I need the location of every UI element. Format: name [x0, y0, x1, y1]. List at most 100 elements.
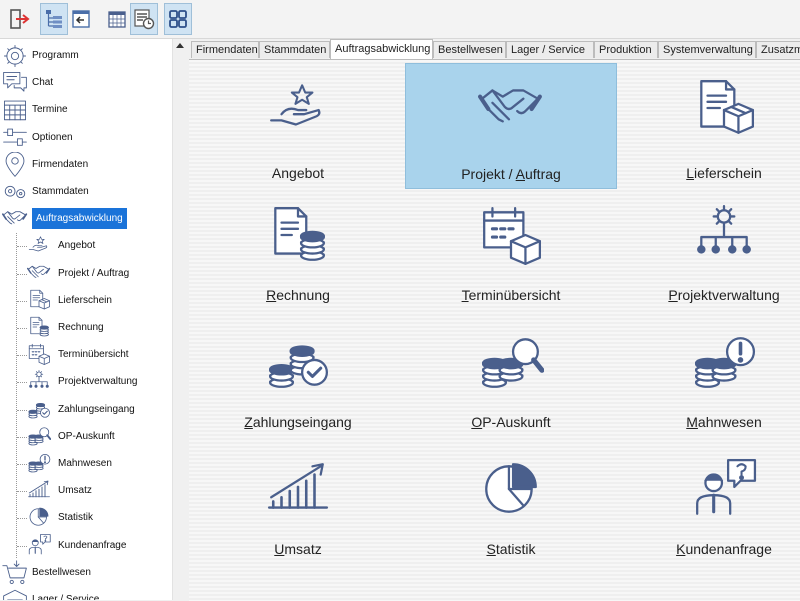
tree-view-button[interactable] [40, 3, 68, 35]
sidebar-item-firmendaten[interactable]: Firmendaten [0, 151, 172, 178]
calendar-icon [2, 97, 28, 123]
coins-search-icon [27, 424, 51, 448]
document-box-icon [691, 75, 757, 141]
sidebar-item-terminübersicht[interactable]: Terminübersicht [0, 341, 172, 368]
sidebar-item-label: Projekt / Auftrag [58, 267, 130, 279]
sidebar-item-label: Zahlungseingang [58, 403, 135, 415]
logout-button[interactable] [4, 3, 34, 35]
sidebar-item-rechnung[interactable]: Rechnung [0, 314, 172, 341]
sidebar-item-auftragsabwicklung[interactable]: Auftragsabwicklung [0, 205, 172, 232]
calendar-clock-icon [134, 9, 155, 30]
tile-rechnung[interactable]: Rechnung [192, 190, 404, 316]
sidebar-item-label: Lieferschein [58, 294, 112, 306]
handshake-icon [2, 206, 28, 232]
tab-systemverwaltung[interactable]: Systemverwaltung [658, 41, 756, 58]
calendar-button[interactable] [104, 3, 130, 35]
document-box-icon [27, 288, 51, 312]
sidebar-item-programm[interactable]: Programm [0, 42, 172, 69]
person-question-icon [691, 456, 757, 522]
tab-bestellwesen[interactable]: Bestellwesen [433, 41, 506, 58]
sidebar-item-label: Chat [32, 77, 54, 89]
tab-produktion[interactable]: Produktion [594, 41, 658, 58]
location-pin-icon [2, 151, 28, 178]
panel-back-icon [72, 10, 90, 28]
handshake-icon [27, 261, 51, 285]
pie-chart-icon [478, 456, 544, 522]
exit-door-icon [10, 9, 30, 29]
tile-label: Statistik [486, 541, 536, 557]
document-coins-icon [265, 202, 331, 268]
tab-stammdaten[interactable]: Stammdaten [259, 41, 330, 58]
tab-lager-service[interactable]: Lager / Service [506, 41, 594, 58]
calendar-box-icon [27, 342, 51, 366]
calendar-clock-button[interactable] [130, 3, 158, 35]
tile-label: Terminübersicht [461, 287, 561, 303]
scroll-up-arrow-icon[interactable] [176, 43, 184, 48]
sidebar-item-termine[interactable]: Termine [0, 96, 172, 123]
tile-kundenanfrage[interactable]: Kundenanfrage [618, 444, 800, 570]
tile-label: OP-Auskunft [471, 414, 551, 430]
tab-zusatzmodu[interactable]: Zusatzmodu [756, 41, 800, 58]
sidebar-item-lieferschein[interactable]: Lieferschein [0, 287, 172, 314]
sidebar-scrollbar[interactable] [172, 39, 188, 600]
options-icon [2, 125, 28, 151]
sidebar-item-optionen[interactable]: Optionen [0, 124, 172, 151]
sidebar-item-label: Firmendaten [32, 158, 89, 170]
sidebar-item-label: Lager / Service [32, 594, 100, 600]
sidebar-item-op-auskunft[interactable]: OP-Auskunft [0, 423, 172, 450]
tile-angebot[interactable]: Angebot [192, 63, 404, 189]
sidebar-item-chat[interactable]: Chat [0, 69, 172, 96]
sidebar-item-statistik[interactable]: Statistik [0, 504, 172, 531]
tile-zahlungseingang[interactable]: Zahlungseingang [192, 317, 404, 443]
sidebar-item-label: Angebot [58, 240, 96, 252]
sidebar-item-label: Termine [32, 104, 68, 116]
sidebar-item-lager-service[interactable]: Lager / Service [0, 586, 172, 600]
tile-label: Zahlungseingang [244, 414, 352, 430]
sidebar-item-stammdaten[interactable]: Stammdaten [0, 178, 172, 205]
tile-projektverwaltung[interactable]: Projektverwaltung [618, 190, 800, 316]
sidebar-item-bestellwesen[interactable]: Bestellwesen [0, 559, 172, 586]
person-question-icon [27, 533, 51, 557]
sidebar-item-label: Optionen [32, 131, 73, 143]
tile-projekt-auftrag[interactable]: Projekt / Auftrag [405, 63, 617, 189]
tile-op-auskunft[interactable]: OP-Auskunft [405, 317, 617, 443]
tile-terminübersicht[interactable]: Terminübersicht [405, 190, 617, 316]
sidebar-item-projekt-auftrag[interactable]: Projekt / Auftrag [0, 260, 172, 287]
calendar-box-icon [478, 202, 544, 268]
back-panel-button[interactable] [68, 3, 94, 35]
tile-lieferschein[interactable]: Lieferschein [618, 63, 800, 189]
coins-check-icon [265, 329, 331, 395]
navigation-tree: Programm Chat Termine Optionen Firmendat… [0, 39, 172, 600]
sidebar-item-angebot[interactable]: Angebot [0, 232, 172, 259]
module-tabs: Firmendaten Stammdaten Auftragsabwicklung B… [189, 39, 800, 59]
tile-label: Mahnwesen [686, 414, 762, 430]
sidebar-item-kundenanfrage[interactable]: Kundenanfrage [0, 532, 172, 559]
sidebar-item-label: Mahnwesen [58, 458, 112, 469]
coins-check-icon [27, 397, 51, 421]
sidebar-item-projektverwaltung[interactable]: Projektverwaltung [0, 368, 172, 395]
cart-icon [2, 560, 28, 586]
sidebar-item-label: Rechnung [58, 322, 104, 333]
tree-icon [46, 10, 62, 28]
tab-auftragsabwicklung[interactable]: Auftragsabwicklung [330, 39, 433, 59]
org-chart-gear-icon [27, 369, 51, 393]
hand-star-icon [27, 233, 51, 257]
coins-alert-icon [27, 451, 51, 475]
grid-icon [169, 10, 187, 28]
tile-label: Angebot [271, 165, 325, 181]
sidebar-item-label: Statistik [58, 512, 94, 524]
sidebar-item-mahnwesen[interactable]: Mahnwesen [0, 450, 172, 477]
grid-view-button[interactable] [164, 3, 192, 35]
tile-statistik[interactable]: Statistik [405, 444, 617, 570]
tile-umsatz[interactable]: Umsatz [192, 444, 404, 570]
sidebar-item-umsatz[interactable]: Umsatz [0, 477, 172, 504]
tab-firmendaten[interactable]: Firmendaten [191, 41, 259, 58]
tile-label: Kundenanfrage [676, 541, 772, 557]
sidebar-item-label: Auftragsabwicklung [32, 208, 127, 230]
sidebar-item-zahlungseingang[interactable]: Zahlungseingang [0, 396, 172, 423]
sidebar-item-label: Stammdaten [32, 186, 89, 197]
tile-mahnwesen[interactable]: Mahnwesen [618, 317, 800, 443]
warehouse-icon [2, 587, 28, 600]
coins-search-icon [478, 329, 544, 395]
calendar-icon [108, 11, 126, 28]
